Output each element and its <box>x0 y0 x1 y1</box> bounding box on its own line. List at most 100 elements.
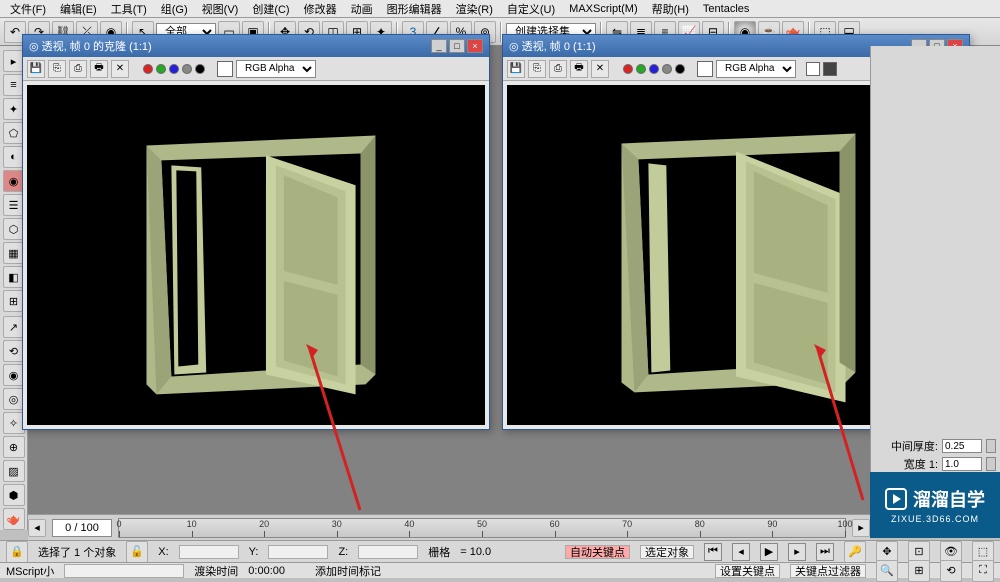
grid-label: 栅格 <box>428 544 450 560</box>
color-swatch[interactable] <box>697 61 713 77</box>
menu-rendering[interactable]: 渲染(R) <box>450 0 499 18</box>
param-input-width1[interactable] <box>942 457 982 471</box>
autokey-button[interactable]: 自动关键点 <box>565 545 630 559</box>
status-bar-2: MScript小 渡染时间 0:00:00 添加时间标记 设置关键点 关键点过滤… <box>0 562 1000 578</box>
channel-mono[interactable] <box>195 64 205 74</box>
window-icon: ◎ <box>29 40 39 53</box>
timeline[interactable]: ◂ 0 / 100 0102030405060708090100 ▸ <box>28 514 870 540</box>
goto-start[interactable]: ⏮ <box>704 543 722 561</box>
close-button[interactable]: × <box>467 39 483 53</box>
command-panel: 中间厚度: 宽度 1: 宽度 2: <box>870 46 1000 514</box>
param-label: 宽度 1: <box>904 456 938 472</box>
menu-file[interactable]: 文件(F) <box>4 0 52 18</box>
nav7[interactable]: ⟲ <box>940 560 962 582</box>
key-icon[interactable]: 🔑 <box>844 541 866 563</box>
frame-counter[interactable]: 0 / 100 <box>52 519 112 537</box>
channel-red[interactable] <box>143 64 153 74</box>
l20[interactable]: 🫖 <box>3 508 25 530</box>
play-icon <box>885 488 907 510</box>
maxscript-label[interactable]: MScript小 <box>6 563 54 579</box>
minimize-button[interactable]: _ <box>431 39 447 53</box>
channel-alpha[interactable] <box>662 64 672 74</box>
coord-x-label: X: <box>158 546 168 558</box>
channel-green[interactable] <box>636 64 646 74</box>
clear-icon[interactable]: ✕ <box>591 60 609 78</box>
channel-select-right[interactable]: RGB Alpha <box>716 60 796 78</box>
selection-status: 选择了 1 个对象 <box>38 544 116 560</box>
render-toolbar-left: 💾 ⎘ ⎙ 🖶 ✕ RGB Alpha <box>23 57 489 81</box>
copy-icon[interactable]: ⎘ <box>528 60 546 78</box>
param-row-width1: 宽度 1: <box>875 456 996 472</box>
print-icon[interactable]: 🖶 <box>90 60 108 78</box>
color-swatch[interactable] <box>217 61 233 77</box>
menu-tools[interactable]: 工具(T) <box>105 0 153 18</box>
channel-blue[interactable] <box>649 64 659 74</box>
render-title-text: 透视, 帧 0 (1:1) <box>522 38 596 54</box>
render-title-text: 透视, 帧 0 的克隆 (1:1) <box>42 38 152 54</box>
channel-blue[interactable] <box>169 64 179 74</box>
coord-y-label: Y: <box>249 546 259 558</box>
print-icon[interactable]: 🖶 <box>570 60 588 78</box>
menu-views[interactable]: 视图(V) <box>196 0 245 18</box>
copy-icon[interactable]: ⎘ <box>48 60 66 78</box>
swatch3[interactable] <box>823 62 837 76</box>
clone-icon[interactable]: ⎙ <box>69 60 87 78</box>
menu-customize[interactable]: 自定义(U) <box>501 0 561 18</box>
save-icon[interactable]: 💾 <box>507 60 525 78</box>
menu-tentacles[interactable]: Tentacles <box>697 2 755 16</box>
lock-sel-icon[interactable]: 🔓 <box>126 541 148 563</box>
render-content-left[interactable] <box>27 85 485 425</box>
script-input[interactable] <box>64 564 184 578</box>
time-ruler[interactable]: 0102030405060708090100 <box>118 518 846 538</box>
l19[interactable]: ⬢ <box>3 484 25 506</box>
spinner[interactable] <box>986 457 996 471</box>
play[interactable]: ▶ <box>760 543 778 561</box>
channel-green[interactable] <box>156 64 166 74</box>
next-frame[interactable]: ▸ <box>788 543 806 561</box>
menu-edit[interactable]: 编辑(E) <box>54 0 103 18</box>
watermark-url: ZIXUE.3D66.COM <box>891 514 979 524</box>
timeline-right[interactable]: ▸ <box>852 519 870 537</box>
channel-alpha[interactable] <box>182 64 192 74</box>
l18[interactable]: ▨ <box>3 460 25 482</box>
menu-help[interactable]: 帮助(H) <box>646 0 695 18</box>
spinner[interactable] <box>986 439 996 453</box>
channel-red[interactable] <box>623 64 633 74</box>
channel-select-left[interactable]: RGB Alpha <box>236 60 316 78</box>
addtime-label[interactable]: 添加时间标记 <box>315 563 381 579</box>
l17[interactable]: ⊕ <box>3 436 25 458</box>
swatch2[interactable] <box>806 62 820 76</box>
elapsed-value: 0:00:00 <box>248 565 285 577</box>
lock-icon[interactable]: 🔒 <box>6 541 28 563</box>
clear-icon[interactable]: ✕ <box>111 60 129 78</box>
channel-mono[interactable] <box>675 64 685 74</box>
render-title-left[interactable]: ◎ 透视, 帧 0 的克隆 (1:1) _ □ × <box>23 35 489 57</box>
prev-frame[interactable]: ◂ <box>732 543 750 561</box>
nav8[interactable]: ⛶ <box>972 560 994 582</box>
maximize-button[interactable]: □ <box>449 39 465 53</box>
coord-z[interactable] <box>358 545 418 559</box>
param-row-thickness: 中间厚度: <box>875 438 996 454</box>
coord-x[interactable] <box>179 545 239 559</box>
menu-maxscript[interactable]: MAXScript(M) <box>563 2 643 16</box>
goto-end[interactable]: ⏭ <box>816 543 834 561</box>
param-input-thickness[interactable] <box>942 439 982 453</box>
selected-filter[interactable]: 选定对象 <box>640 545 694 559</box>
nav6[interactable]: ⊞ <box>908 560 930 582</box>
coord-z-label: Z: <box>338 546 348 558</box>
timeline-left[interactable]: ◂ <box>28 519 46 537</box>
save-icon[interactable]: 💾 <box>27 60 45 78</box>
menu-group[interactable]: 组(G) <box>155 0 194 18</box>
status-bar: 🔒 选择了 1 个对象 🔓 X: Y: Z: 栅格 = 10.0 自动关键点 选… <box>0 540 1000 562</box>
menu-animation[interactable]: 动画 <box>345 0 379 18</box>
menu-grapheditors[interactable]: 图形编辑器 <box>381 0 448 18</box>
setkey-button[interactable]: 设置关键点 <box>715 564 780 578</box>
coord-y[interactable] <box>268 545 328 559</box>
watermark-brand: 溜溜自学 <box>913 486 985 512</box>
keyfilter-button[interactable]: 关键点过滤器 <box>790 564 866 578</box>
menu-modifiers[interactable]: 修改器 <box>298 0 343 18</box>
nav5[interactable]: 🔍 <box>876 560 898 582</box>
render-window-left: ◎ 透视, 帧 0 的克隆 (1:1) _ □ × 💾 ⎘ ⎙ 🖶 ✕ RGB … <box>22 34 490 430</box>
menu-create[interactable]: 创建(C) <box>246 0 295 18</box>
clone-icon[interactable]: ⎙ <box>549 60 567 78</box>
